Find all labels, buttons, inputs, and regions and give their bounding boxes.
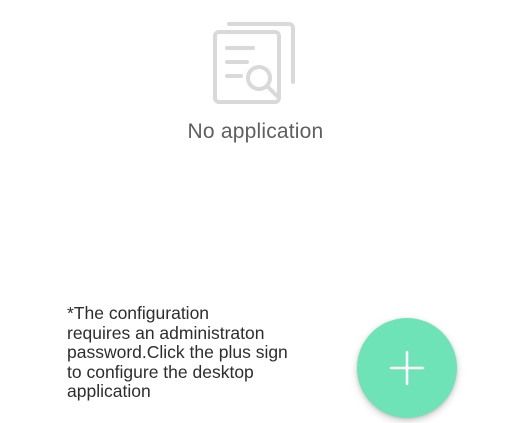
document-search-icon: [209, 18, 301, 110]
plus-icon: [389, 350, 425, 386]
configuration-hint: *The configuration requires an administr…: [67, 303, 288, 401]
app-screen: No application *The configuration requir…: [0, 0, 519, 423]
add-application-button[interactable]: [357, 318, 457, 418]
empty-state-message: No application: [187, 120, 324, 143]
